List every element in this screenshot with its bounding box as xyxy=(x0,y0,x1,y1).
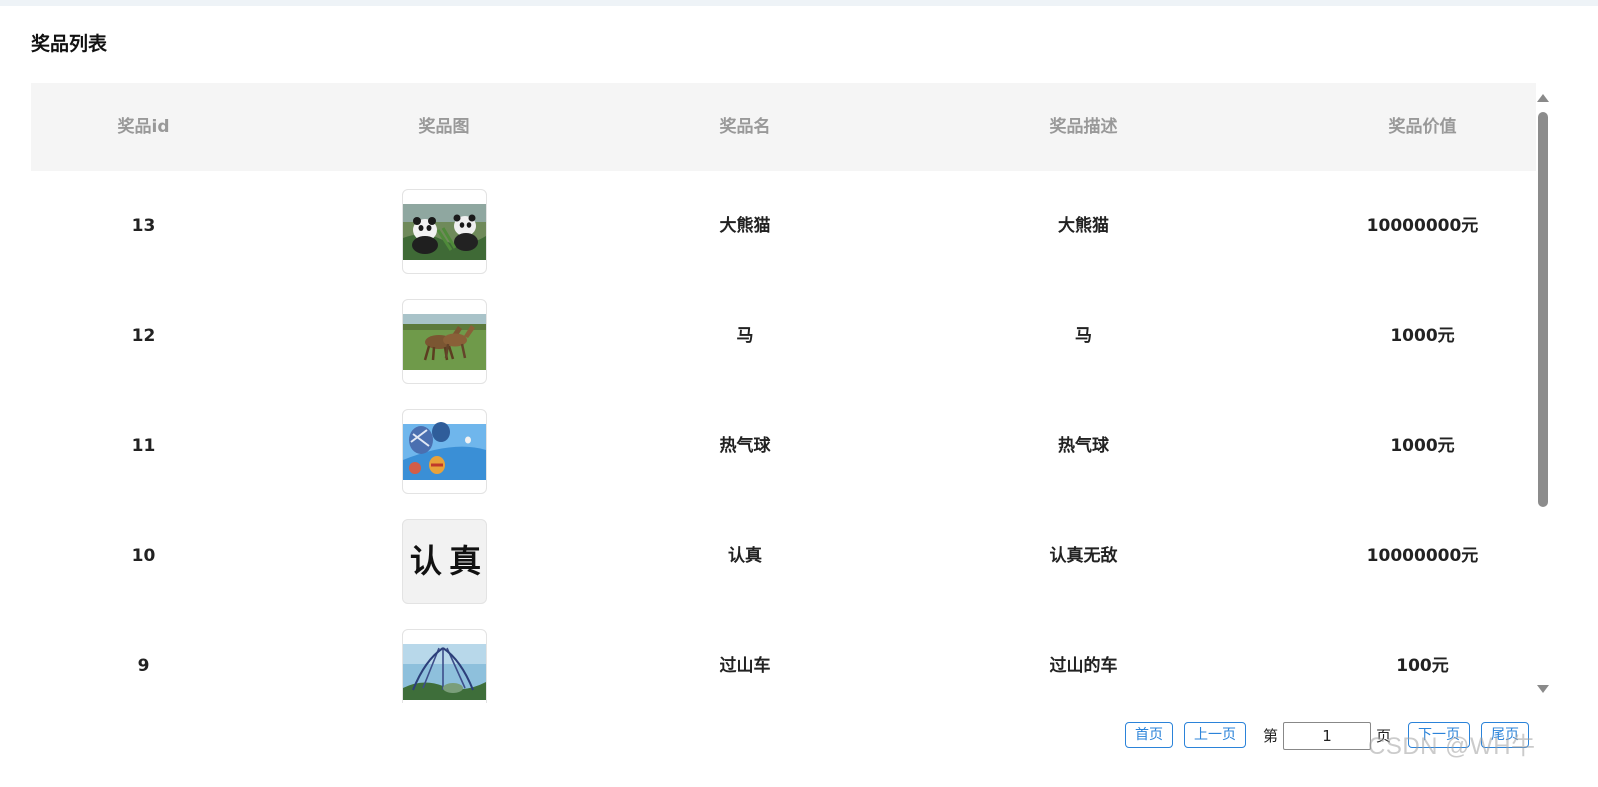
header-prize-image: 奖品图 xyxy=(418,117,470,137)
watermark: CSDN @WH牛 xyxy=(1368,733,1536,760)
prize-name: 热气球 xyxy=(719,436,771,456)
header-prize-description: 奖品描述 xyxy=(1049,117,1118,137)
prize-id: 13 xyxy=(131,216,156,236)
table-row: 12 马 马 1000元 xyxy=(31,281,1536,391)
prize-description: 过山的车 xyxy=(1049,656,1118,676)
scroll-down-arrow-icon[interactable] xyxy=(1537,685,1549,693)
scrollbar-thumb[interactable] xyxy=(1538,112,1548,507)
prize-name: 认真 xyxy=(728,546,762,566)
header-prize-value: 奖品价值 xyxy=(1388,117,1457,137)
table-row: 13 大熊猫 大熊猫 10000000元 xyxy=(31,171,1536,281)
prize-description: 马 xyxy=(1075,326,1092,346)
first-page-button[interactable]: 首页 xyxy=(1125,722,1173,748)
table-scrollbar[interactable] xyxy=(1536,90,1551,695)
prize-name: 马 xyxy=(736,326,754,346)
hot-air-balloon-image xyxy=(402,409,487,494)
prize-value: 100元 xyxy=(1396,656,1449,676)
header-prize-id: 奖品id xyxy=(117,117,170,137)
page-title: 奖品列表 xyxy=(31,33,108,55)
prize-description: 大熊猫 xyxy=(1058,216,1109,236)
prize-value: 1000元 xyxy=(1390,326,1455,346)
calligraphy-image: 认 真 xyxy=(402,519,487,604)
scroll-up-arrow-icon[interactable] xyxy=(1537,94,1549,102)
calligraphy-text: 认 真 xyxy=(409,542,481,580)
prize-id: 9 xyxy=(137,656,150,676)
horses-image xyxy=(402,299,487,384)
top-bar xyxy=(0,0,1598,6)
prize-description: 认真无敌 xyxy=(1049,546,1118,566)
table-row: 11 热气球 热气球 1000元 xyxy=(31,391,1536,501)
header-prize-name: 奖品名 xyxy=(719,117,771,137)
prize-id: 11 xyxy=(131,436,156,456)
prize-name: 过山车 xyxy=(719,656,771,676)
prev-page-button[interactable]: 上一页 xyxy=(1184,722,1246,748)
page-prefix-label: 第 xyxy=(1263,727,1279,745)
table-row: 9 过山车 过山的车 100元 xyxy=(31,611,1536,703)
table-row: 10 认 真 认真 认真无敌 10000000元 xyxy=(31,501,1536,611)
roller-coaster-image xyxy=(402,629,487,703)
panda-image xyxy=(402,189,487,274)
prize-id: 12 xyxy=(131,326,156,346)
prize-value: 10000000元 xyxy=(1366,216,1479,236)
prize-table[interactable]: 奖品id 奖品图 奖品名 奖品描述 奖品价值 13 大熊猫 大熊猫 100000… xyxy=(31,83,1536,703)
prize-value: 10000000元 xyxy=(1366,546,1479,566)
prize-name: 大熊猫 xyxy=(719,216,771,236)
prize-id: 10 xyxy=(131,546,156,566)
page-number-input[interactable] xyxy=(1283,722,1371,750)
table-header: 奖品id 奖品图 奖品名 奖品描述 奖品价值 xyxy=(31,83,1536,171)
prize-description: 热气球 xyxy=(1058,436,1109,456)
prize-value: 1000元 xyxy=(1390,436,1455,456)
